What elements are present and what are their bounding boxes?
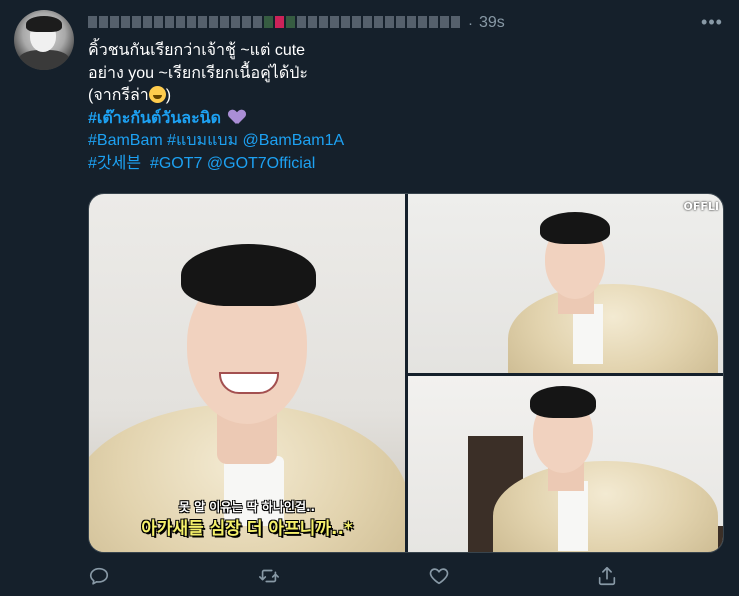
reply-icon <box>89 567 109 585</box>
media-grid: 못 알 이유는 딱 하나인걸.. 아가새들 심장 더 아프니까..* OFFLI <box>88 193 724 553</box>
text-line-5: #BamBam #แบมแบม @BamBam1A <box>88 130 718 153</box>
text-line-2: อย่าง you ~เรียกเรียกเนื้อคู่ได้ป่ะ <box>88 64 308 82</box>
text-line-6: #갓세븐 #GOT7 @GOT7Official <box>88 153 718 176</box>
hashtag-link[interactable]: #เต๊าะกันต์วันละนิด <box>88 110 221 127</box>
video-subtitle-small: 못 알 이유는 딱 하나인걸.. <box>178 500 316 514</box>
more-options-icon[interactable]: ••• <box>701 12 723 32</box>
retweet-icon <box>259 569 279 583</box>
hashtag-link[interactable]: #갓세븐 <box>88 155 141 172</box>
hashtag-link[interactable]: #GOT7 <box>150 155 202 172</box>
photo-top-right[interactable]: OFFLI <box>408 194 723 373</box>
mention-link[interactable]: @GOT7Official <box>207 155 315 172</box>
photo-bottom-right[interactable] <box>408 376 723 552</box>
video-watermark: OFFLI <box>683 200 719 213</box>
share-button[interactable] <box>596 565 622 591</box>
like-button[interactable] <box>428 565 454 591</box>
mention-link[interactable]: @BamBam1A <box>243 132 345 149</box>
hashtag-link[interactable]: #BamBam <box>88 132 163 149</box>
heart-icon <box>429 568 449 585</box>
display-name-obscured[interactable] <box>88 16 460 30</box>
text-line-4: #เต๊าะกันต์วันละนิด <box>88 108 718 131</box>
tweet-text: คิ้วชนกันเรียกว่าเจ้าชู้ ~แต่ cute อย่าง… <box>88 40 718 175</box>
photo-main[interactable]: 못 알 이유는 딱 하나인걸.. 아가새들 심장 더 아프니까..* <box>89 194 405 552</box>
laughing-tears-icon <box>148 86 166 103</box>
tweet[interactable]: · 39s ••• คิ้วชนกันเรียกว่าเจ้าชู้ ~แต่ … <box>0 0 739 596</box>
tweet-actions <box>88 565 628 591</box>
text-line-1: คิ้วชนกันเรียกว่าเจ้าชู้ ~แต่ cute <box>88 42 306 59</box>
text-line-3: (จากรีล่า) <box>88 85 718 108</box>
text-line-3-end: ) <box>165 87 172 104</box>
timestamp[interactable]: 39s <box>479 14 505 32</box>
video-subtitle-big: 아가새들 심장 더 아프니까..* <box>141 519 353 539</box>
avatar[interactable] <box>14 10 74 70</box>
text-line-3-start: (จากรีล่า <box>88 87 149 104</box>
retweet-button[interactable] <box>258 565 284 591</box>
purple-heart-icon <box>229 110 245 124</box>
separator-dot: · <box>468 14 473 32</box>
reply-button[interactable] <box>88 565 114 591</box>
hashtag-link[interactable]: #แบมแบม <box>167 132 238 149</box>
share-icon <box>598 566 616 586</box>
tweet-header: · 39s <box>88 12 505 34</box>
